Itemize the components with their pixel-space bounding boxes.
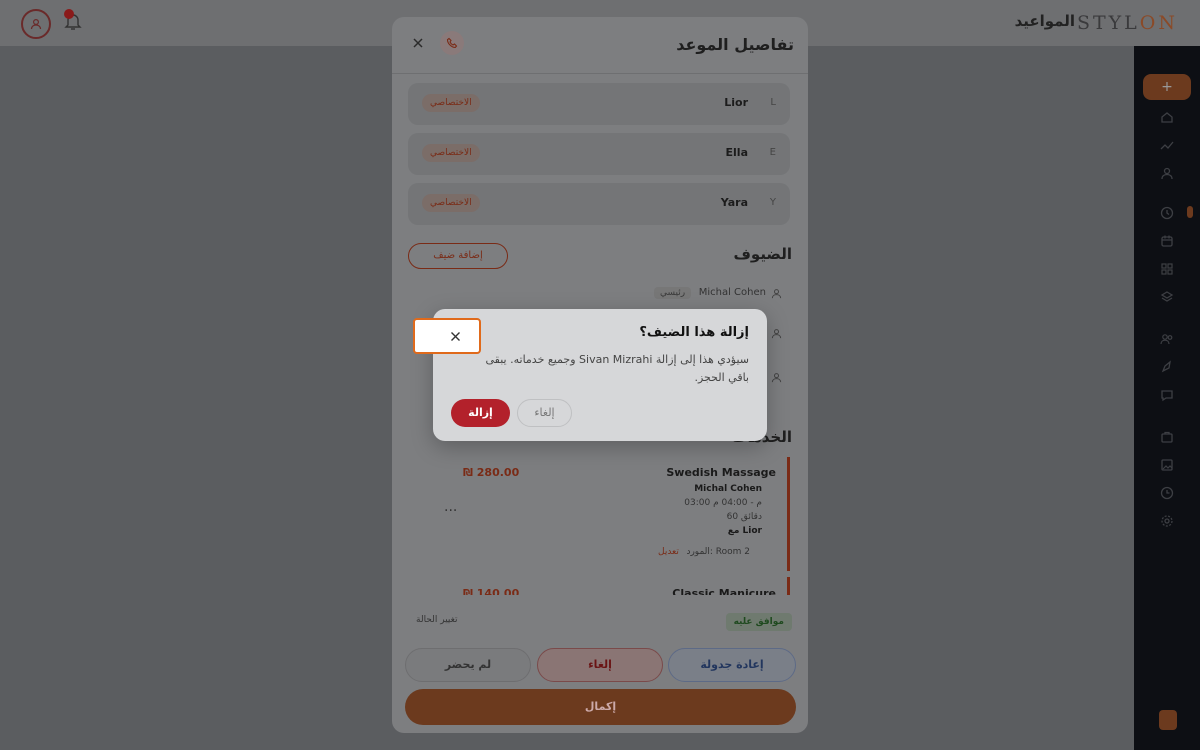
more-options-icon[interactable]: ···	[444, 503, 457, 519]
layers-icon[interactable]	[1160, 290, 1174, 304]
reschedule-button[interactable]: إعادة جدولة	[668, 648, 796, 682]
panel-title: تفاصيل الموعد	[676, 35, 794, 54]
service-accent-bar	[787, 457, 790, 571]
calendar-icon[interactable]	[1160, 234, 1174, 248]
rocket-icon[interactable]	[1160, 360, 1174, 374]
user-avatar[interactable]	[21, 9, 51, 39]
service-card[interactable]: Classic Manicure ₪ 140.00	[408, 577, 790, 595]
home-icon[interactable]	[1160, 110, 1174, 124]
add-guest-button[interactable]: إضافة ضيف	[408, 243, 508, 269]
confirm-remove-button[interactable]: إزالة	[451, 399, 510, 427]
user-icon	[771, 373, 782, 383]
grid-icon[interactable]	[1160, 262, 1174, 276]
close-icon	[450, 331, 460, 341]
notification-badge	[64, 9, 74, 19]
cancel-appointment-button[interactable]: إلغاء	[537, 648, 663, 682]
dialog-close-button[interactable]	[413, 318, 481, 354]
service-staff: مع Lior	[727, 526, 762, 536]
guest-primary-tag: رئيسي	[654, 287, 692, 299]
service-accent-bar	[787, 577, 790, 595]
professional-row[interactable]: Y Yara الاختصاصي	[408, 183, 790, 225]
service-duration: 60 دقائق	[726, 512, 762, 522]
guests-heading: الضيوف	[733, 245, 792, 263]
professional-row[interactable]: E Ella الاختصاصي	[408, 133, 790, 175]
nav-appointments[interactable]: المواعيد	[1015, 12, 1075, 30]
remove-guest-dialog: إزالة هذا الضيف؟ سيؤدي هذا إلى إزالة Siv…	[413, 309, 767, 441]
history-icon[interactable]	[1160, 486, 1174, 500]
professional-tag: الاختصاصي	[422, 194, 480, 212]
edit-service-link[interactable]: تعديل	[658, 547, 679, 557]
professional-row[interactable]: L Lior الاختصاصي	[408, 83, 790, 125]
guest-name: Michal Cohen	[698, 287, 766, 298]
user-icon	[771, 329, 782, 339]
professional-tag: الاختصاصي	[422, 144, 480, 162]
dialog-cancel-button[interactable]: إلغاء	[517, 399, 572, 427]
add-button[interactable]: +	[1143, 74, 1191, 100]
status-badge: موافق عليه	[725, 613, 792, 631]
brand-logo[interactable]: STYLON	[1077, 12, 1178, 34]
close-icon[interactable]	[412, 37, 424, 49]
gear-icon[interactable]	[1160, 514, 1174, 528]
clock-icon[interactable]	[1160, 206, 1174, 220]
change-status-button[interactable]: تغيير الحالة	[416, 615, 457, 625]
service-price: ₪ 280.00	[463, 466, 520, 479]
service-resource: المورد: Room 2	[686, 547, 750, 557]
right-sidebar: +	[1134, 46, 1200, 750]
phone-icon	[446, 37, 458, 49]
service-price: ₪ 140.00	[463, 587, 520, 595]
chat-icon[interactable]	[1160, 388, 1174, 402]
trend-icon[interactable]	[1160, 138, 1174, 152]
professional-tag: الاختصاصي	[422, 94, 480, 112]
user-icon	[771, 289, 782, 299]
header-divider	[392, 73, 808, 74]
service-time: 03:00 م - 04:00 م	[684, 498, 762, 508]
clients-icon[interactable]	[1160, 166, 1174, 180]
service-guest: Michal Cohen	[694, 484, 762, 494]
dialog-title: إزالة هذا الضيف؟	[639, 325, 749, 340]
briefcase-icon[interactable]	[1160, 430, 1174, 444]
no-show-button[interactable]: لم يحضر	[405, 648, 531, 682]
complete-button[interactable]: إكمال	[405, 689, 796, 725]
user-icon	[30, 18, 42, 30]
call-button[interactable]	[440, 31, 464, 55]
team-icon[interactable]	[1160, 332, 1174, 346]
sidebar-bottom-icon[interactable]	[1159, 710, 1177, 730]
service-card[interactable]: Swedish Massage ₪ 280.00 Michal Cohen 03…	[408, 457, 790, 571]
dialog-message: سيؤدي هذا إلى إزالة Sivan Mizrahi وجميع …	[485, 353, 750, 384]
sidebar-indicator	[1187, 206, 1193, 218]
image-icon[interactable]	[1160, 458, 1174, 472]
